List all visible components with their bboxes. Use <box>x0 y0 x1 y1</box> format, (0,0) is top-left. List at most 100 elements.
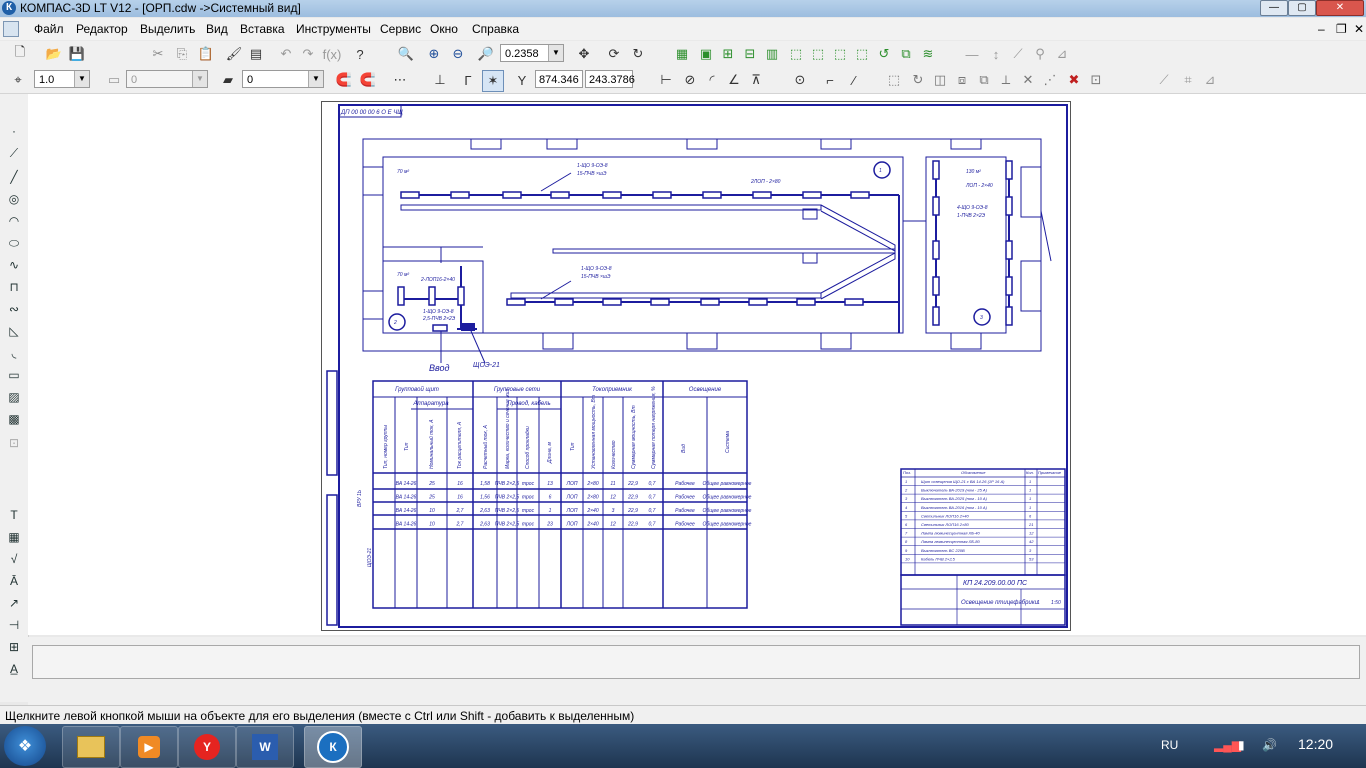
maximize-button[interactable]: ▢ <box>1288 0 1316 16</box>
open-folder-icon[interactable]: 📂 <box>44 44 64 64</box>
menu-insert[interactable]: Вставка <box>240 22 285 36</box>
trim-icon[interactable]: ✕ <box>1018 70 1038 90</box>
volume-icon[interactable]: 🔊 <box>1262 738 1277 752</box>
view-icon[interactable]: ▣ <box>696 44 716 64</box>
round-icon[interactable]: ✶ <box>482 70 504 92</box>
pan-icon[interactable]: ✥ <box>574 44 594 64</box>
local-cs-icon[interactable]: ⊥ <box>430 70 450 90</box>
layer-state-icon[interactable]: ▭ <box>104 70 124 90</box>
menu-window[interactable]: Окно <box>430 22 458 36</box>
chamfer-icon[interactable]: ◺ <box>4 322 24 340</box>
delete-icon[interactable]: ✖ <box>1064 70 1084 90</box>
media-task[interactable]: ▶ <box>120 726 178 768</box>
designation-icon[interactable]: Ā <box>4 572 24 590</box>
view-number-combo[interactable]: 0 ▼ <box>126 70 208 88</box>
scale-icon[interactable]: ◫ <box>930 70 950 90</box>
param-line-icon[interactable]: ⟋ <box>1154 70 1174 90</box>
style-combo[interactable]: 1.0 ▼ <box>34 70 90 88</box>
select-object-icon[interactable]: ⬚ <box>852 44 872 64</box>
spline-icon[interactable]: ∿ <box>4 256 24 274</box>
insert-view-icon[interactable]: ⊞ <box>718 44 738 64</box>
hatch-icon[interactable]: ≋ <box>918 44 938 64</box>
leader-icon[interactable]: ⌐ <box>820 70 840 90</box>
mdi-close-button[interactable]: ✕ <box>1354 22 1364 36</box>
undo-icon[interactable]: ↶ <box>276 44 296 64</box>
dim-line-icon[interactable]: — <box>962 44 982 64</box>
paste-icon[interactable]: 📋 <box>196 44 216 64</box>
line-icon[interactable]: ⟋ <box>4 144 24 162</box>
symmetry-icon[interactable]: ⧈ <box>952 70 972 90</box>
ellipse-icon[interactable]: ⬭ <box>4 234 24 252</box>
network-icon[interactable]: ▂▄▆ <box>1214 738 1241 752</box>
menu-tools[interactable]: Инструменты <box>296 22 371 36</box>
dim-slant-icon[interactable]: ⟋ <box>1008 44 1028 64</box>
coordinates-icon[interactable]: Y <box>512 70 532 90</box>
copy2-icon[interactable]: ⧉ <box>974 70 994 90</box>
library-icon[interactable]: ▥ <box>762 44 782 64</box>
function-icon[interactable]: f(x) <box>322 44 342 64</box>
copy-objects-icon[interactable]: ⧉ <box>896 44 916 64</box>
stamp-icon[interactable]: ⊞ <box>4 638 24 656</box>
mdi-minimize-button[interactable]: – <box>1318 22 1325 36</box>
break-icon[interactable]: ⋰ <box>1040 70 1060 90</box>
angle-dim-icon[interactable]: ∠ <box>724 70 744 90</box>
zoom-window-icon[interactable]: 🔍 <box>396 44 416 64</box>
roughness-icon[interactable]: ⊙ <box>790 70 810 90</box>
select-layer-icon[interactable]: ⬚ <box>808 44 828 64</box>
explode-icon[interactable]: ⊡ <box>1086 70 1106 90</box>
dim-vertical-icon[interactable]: ↕ <box>986 44 1006 64</box>
arc-icon[interactable]: ◠ <box>4 212 24 230</box>
zoom-combo[interactable]: 0.2358 ▼ <box>500 44 564 62</box>
text-edit-icon[interactable]: A̲ <box>4 660 24 678</box>
zoom-out-icon[interactable]: ⊖ <box>448 44 468 64</box>
word-task[interactable]: W <box>236 726 294 768</box>
menu-help[interactable]: Справка <box>472 22 519 36</box>
param-fix-icon[interactable]: ⌗ <box>1178 70 1198 90</box>
arc-dim-icon[interactable]: ⊼ <box>746 70 766 90</box>
clock[interactable]: 12:20 <box>1298 736 1333 752</box>
minimize-button[interactable]: — <box>1260 0 1288 16</box>
document-icon[interactable] <box>3 21 19 37</box>
layers-icon[interactable]: ▰ <box>218 70 238 90</box>
redo-icon[interactable]: ↷ <box>298 44 318 64</box>
move-icon[interactable]: ⬚ <box>884 70 904 90</box>
help-pointer-icon[interactable]: ? <box>350 44 370 64</box>
battery-icon[interactable]: ▮ <box>1238 738 1245 752</box>
hatch-tool-icon[interactable]: ▨ <box>4 388 24 406</box>
layer-icon[interactable]: ▦ <box>672 44 692 64</box>
properties-panel[interactable] <box>32 645 1360 679</box>
properties-icon[interactable]: ▤ <box>246 44 266 64</box>
start-button[interactable]: ❖ <box>4 726 46 766</box>
param-angle-icon[interactable]: ⊿ <box>1200 70 1220 90</box>
coord-x-field[interactable]: 874.346 <box>535 70 583 88</box>
segment-icon[interactable]: ╱ <box>4 168 24 186</box>
rebuild-icon[interactable]: ↻ <box>628 44 648 64</box>
diameter-icon[interactable]: ⊘ <box>680 70 700 90</box>
coord-y-field[interactable]: 243.3786 <box>585 70 635 88</box>
text-icon[interactable]: T <box>4 506 24 524</box>
explorer-task[interactable] <box>62 726 120 768</box>
snap-point-icon[interactable]: ⌖ <box>8 70 28 90</box>
copy-icon[interactable]: ⎘ <box>172 44 192 64</box>
roughness-tool-icon[interactable]: √ <box>4 550 24 568</box>
refresh-icon[interactable]: ⟳ <box>604 44 624 64</box>
ortho-icon[interactable]: Γ <box>458 70 478 90</box>
bezier-icon[interactable]: ∾ <box>4 300 24 318</box>
geometry-icon[interactable]: · <box>4 122 24 140</box>
fragment-icon[interactable]: ⊟ <box>740 44 760 64</box>
position-icon[interactable]: ⁄ <box>844 70 864 90</box>
yandex-task[interactable]: Y <box>178 726 236 768</box>
fillet-icon[interactable]: ◟ <box>4 344 24 362</box>
save-icon[interactable]: 💾 <box>67 44 87 64</box>
close-button[interactable]: ✕ <box>1316 0 1364 16</box>
menu-view[interactable]: Вид <box>206 22 228 36</box>
mdi-restore-button[interactable]: ❐ <box>1336 22 1347 36</box>
table-icon[interactable]: ▦ <box>4 528 24 546</box>
magnet-local-icon[interactable]: 🧲 <box>358 70 378 90</box>
radius-icon[interactable]: ◜ <box>702 70 722 90</box>
grid-icon[interactable]: ⋯ <box>390 70 410 90</box>
magnet-snap-icon[interactable]: 🧲 <box>334 70 354 90</box>
line-dim-icon[interactable]: ⊢ <box>656 70 676 90</box>
new-document-icon[interactable]: 🗋 <box>10 44 30 64</box>
polyline-icon[interactable]: ⊓ <box>4 278 24 296</box>
